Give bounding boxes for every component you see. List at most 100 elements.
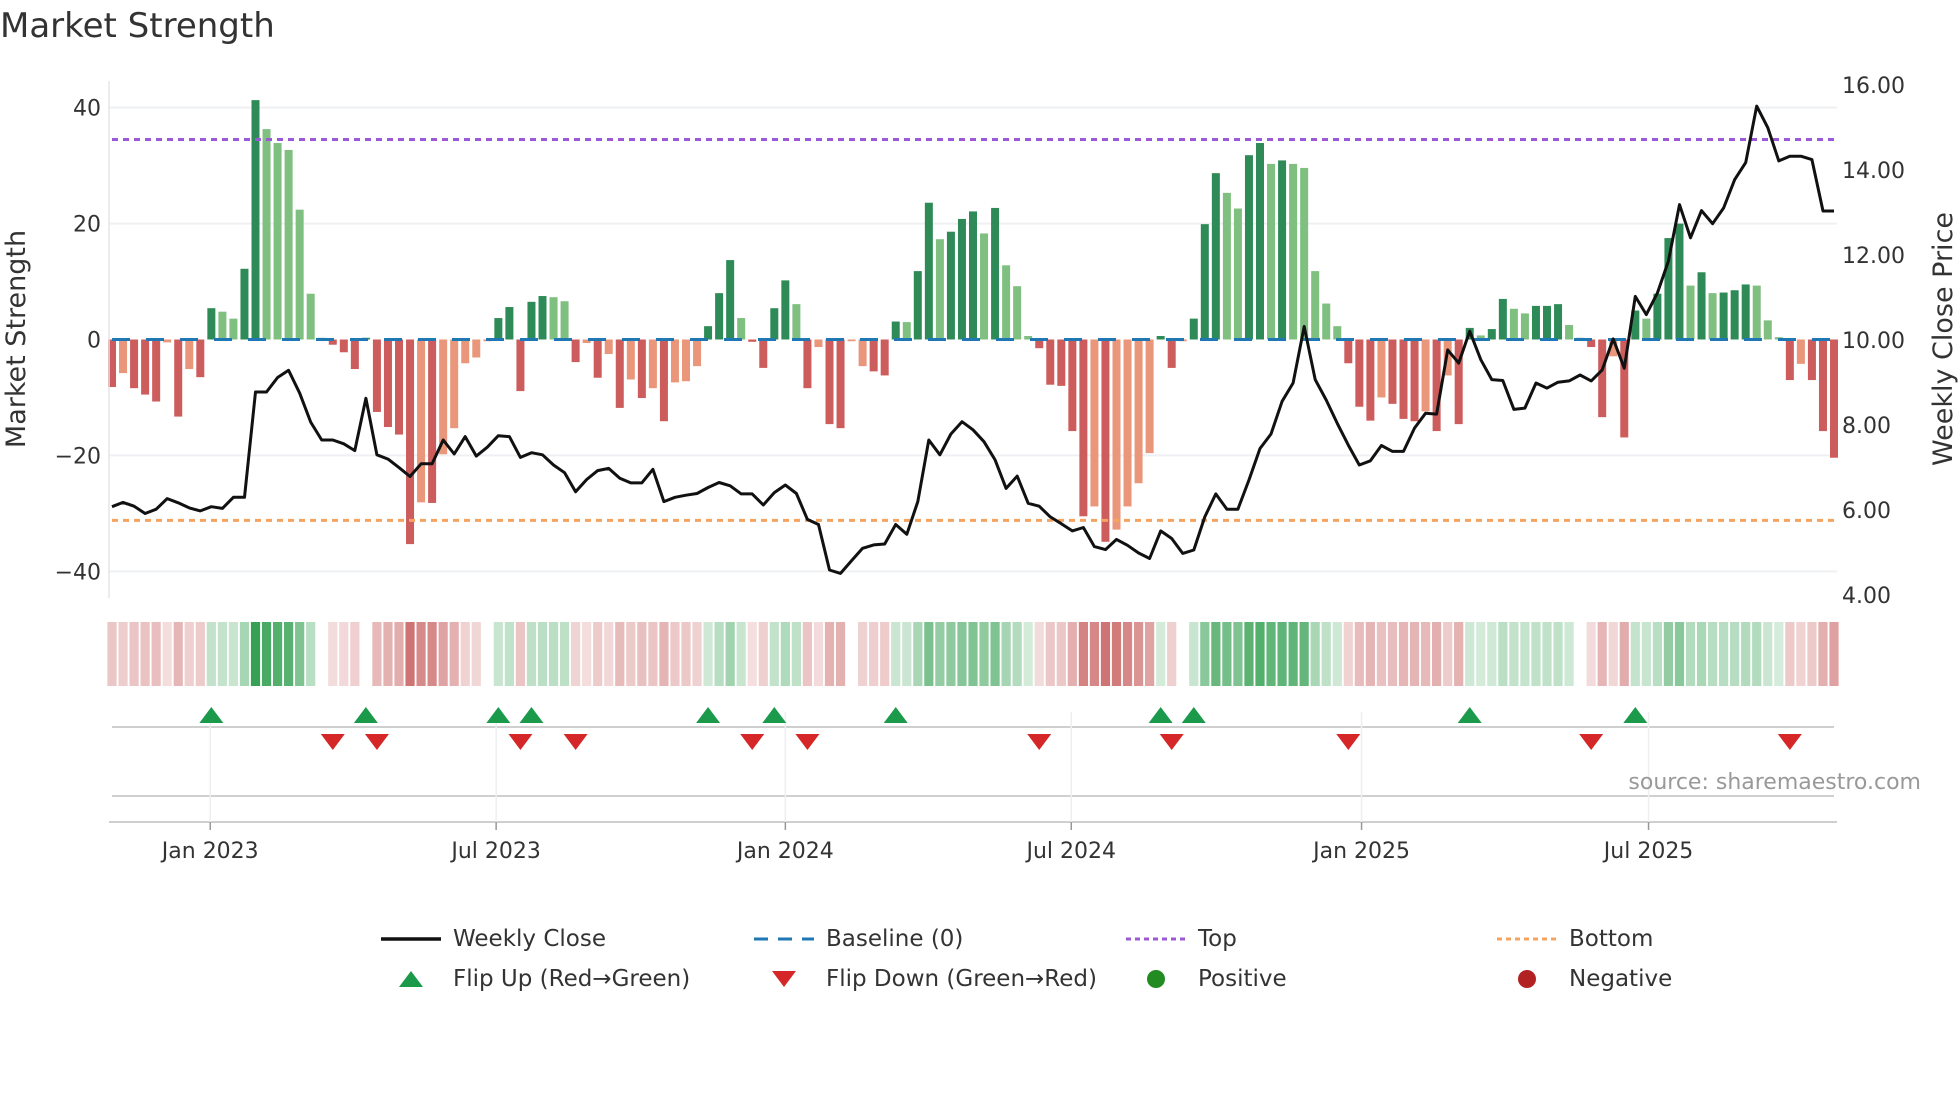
flip-up-marker	[1457, 707, 1482, 723]
bar-negative	[659, 339, 668, 422]
bar-positive	[1741, 284, 1750, 340]
triangle-up-icon	[381, 969, 441, 989]
bar-negative	[406, 339, 415, 545]
flip-down-marker	[508, 734, 533, 750]
strip-cell	[637, 622, 647, 686]
flip-down-marker	[1579, 734, 1604, 750]
bar-positive	[1509, 308, 1518, 340]
flip-up-marker	[486, 707, 511, 723]
solid-line-icon	[381, 929, 441, 949]
y2-tick-label: 4.00	[1842, 584, 1891, 609]
strip-cell	[681, 622, 691, 686]
bar-negative	[626, 339, 635, 380]
strip-cell	[1652, 622, 1662, 686]
bar-negative	[450, 339, 459, 429]
flip-down-marker	[740, 734, 765, 750]
strip-cell	[261, 622, 272, 686]
strip-cell	[250, 622, 261, 686]
legend-label: Positive	[1198, 966, 1287, 992]
bar-positive	[957, 218, 966, 340]
bar-positive	[1686, 285, 1695, 340]
strip-cell	[306, 622, 316, 686]
bar-negative	[516, 339, 525, 392]
legend-item-bottom: Bottom	[1497, 922, 1653, 956]
strip-cell	[195, 622, 205, 686]
strip-cell	[1376, 622, 1387, 686]
bar-positive	[1708, 293, 1717, 340]
strip-cell	[1034, 622, 1044, 686]
bar-positive	[1222, 192, 1231, 340]
strip-cell	[1707, 622, 1718, 686]
flip-up-marker	[199, 707, 224, 723]
bar-positive	[1200, 224, 1209, 340]
bar-negative	[1090, 339, 1099, 507]
legend-item-flip-down: Flip Down (Green→Red)	[754, 962, 1097, 996]
strip-cell	[1067, 622, 1077, 686]
bar-negative	[163, 339, 172, 343]
flip-up-marker	[353, 707, 378, 723]
strip-cell	[725, 622, 735, 686]
strip-cell	[1266, 622, 1276, 686]
strip-cell	[1763, 622, 1773, 686]
strip-cell	[129, 622, 139, 686]
strip-cell	[758, 622, 768, 686]
strip-cell	[593, 622, 603, 686]
legend-label: Negative	[1569, 966, 1673, 992]
bar-positive	[1675, 223, 1684, 340]
bar-positive	[715, 293, 724, 340]
strip-cell	[537, 622, 548, 686]
legend-label: Weekly Close	[453, 926, 606, 952]
strip-cell	[438, 622, 448, 686]
strip-cell	[1167, 622, 1177, 686]
bar-positive	[1156, 336, 1165, 340]
bar-positive	[1267, 163, 1276, 340]
bar-negative	[439, 339, 448, 455]
y-tick-label: 0	[87, 329, 101, 354]
strip-cell	[1233, 622, 1243, 686]
bar-positive	[781, 280, 790, 340]
y-tick-label: 40	[73, 97, 101, 122]
strip-cell	[416, 622, 426, 686]
dotted-line-icon	[1126, 929, 1186, 949]
strip-cell	[835, 622, 846, 686]
strip-cell	[1222, 622, 1232, 686]
strip-cell	[604, 622, 614, 686]
strip-cell	[1818, 622, 1828, 686]
flip-down-marker	[320, 734, 345, 750]
bar-positive	[924, 202, 933, 340]
legend-item-negative: Negative	[1497, 962, 1672, 996]
bar-negative	[417, 339, 426, 503]
strip-cell	[1741, 622, 1751, 686]
bar-negative	[1344, 339, 1353, 364]
strip-cell	[1255, 622, 1265, 686]
strip-cell	[1001, 622, 1011, 686]
strip-cell	[736, 622, 746, 686]
strip-cell	[184, 622, 194, 686]
bar-positive	[980, 233, 989, 340]
bar-negative	[1101, 339, 1110, 542]
y2-tick-label: 14.00	[1842, 159, 1905, 184]
bar-negative	[1123, 339, 1132, 507]
y2-tick-label: 8.00	[1842, 414, 1891, 439]
bar-positive	[1289, 163, 1298, 340]
bar-positive	[1322, 303, 1331, 340]
bar-positive	[1543, 305, 1551, 340]
bar-positive	[1730, 290, 1739, 340]
strip-cell	[935, 622, 945, 686]
bar-positive	[207, 308, 216, 340]
bar-negative	[1598, 339, 1607, 418]
x-tick-label: Jan 2025	[1311, 839, 1410, 864]
bar-positive	[1642, 318, 1651, 340]
bar-negative	[1818, 339, 1827, 432]
x-tick-label: Jan 2023	[160, 839, 259, 864]
legend-item-weekly-close: Weekly Close	[381, 922, 606, 956]
bar-negative	[847, 339, 856, 342]
bar-positive	[560, 301, 569, 340]
strip-cell	[449, 622, 459, 686]
strip-cell	[1465, 622, 1475, 686]
bar-positive	[1752, 285, 1761, 340]
bar-negative	[130, 339, 139, 389]
strip-cell	[747, 622, 757, 686]
strip-cell	[659, 622, 669, 686]
bar-negative	[1785, 339, 1794, 381]
